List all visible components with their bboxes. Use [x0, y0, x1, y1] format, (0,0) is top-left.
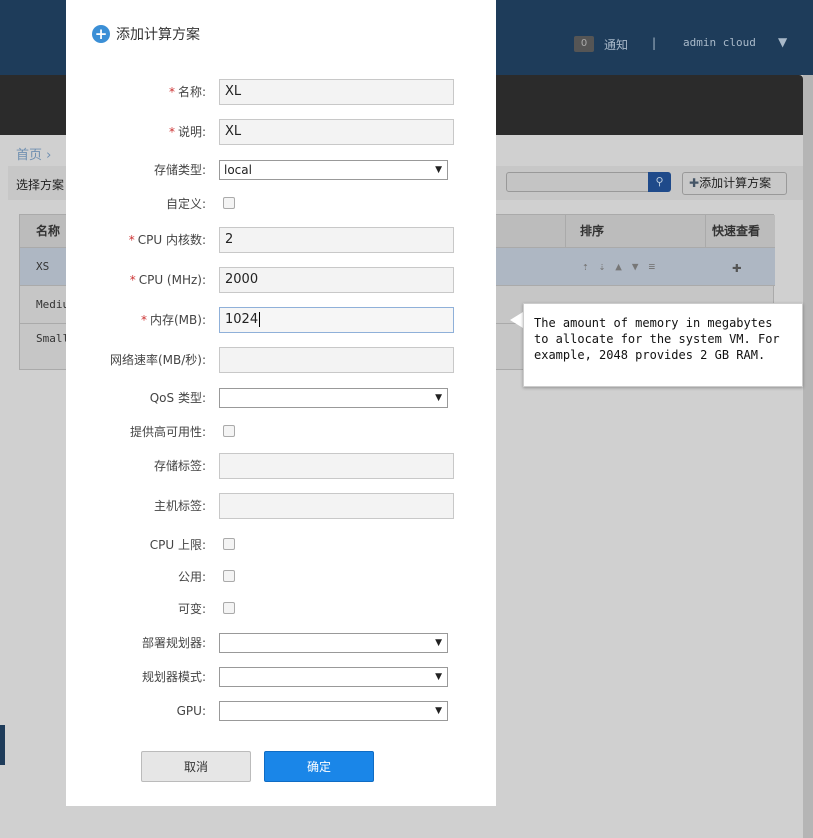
dropdown-arrow-icon: ▼ — [435, 706, 442, 716]
field-name: * 名称: XL — [66, 79, 496, 105]
dropdown-arrow-icon: ▼ — [435, 165, 442, 175]
dropdown-arrow-icon: ▼ — [435, 672, 442, 682]
sidebar-edge — [0, 725, 5, 765]
confirm-button[interactable]: 确定 — [264, 751, 374, 782]
network-rate-input[interactable] — [219, 347, 454, 373]
public-checkbox[interactable] — [223, 570, 235, 582]
field-storage-tags: 存储标签: — [66, 453, 496, 479]
header-quickview: 快速查看 — [705, 215, 775, 247]
header-sort: 排序 — [565, 215, 705, 247]
ha-checkbox[interactable] — [223, 425, 235, 437]
planner-mode-select[interactable]: ▼ — [219, 667, 448, 687]
field-cpu-cores: * CPU 内核数: 2 — [66, 227, 496, 253]
dropdown-arrow-icon: ▼ — [435, 638, 442, 648]
breadcrumb: 首页 › — [16, 144, 51, 163]
cpu-mhz-input[interactable]: 2000 — [219, 267, 454, 293]
storage-tags-input[interactable] — [219, 453, 454, 479]
select-offering-label: 选择方案 — [16, 178, 65, 192]
sort-icons[interactable]: ⇡⇣▲▼≡ — [582, 248, 665, 286]
field-description: * 说明: XL — [66, 119, 496, 145]
add-offering-button[interactable]: ✚添加计算方案 — [682, 172, 787, 195]
caret-down-icon[interactable]: ▼ — [778, 35, 787, 49]
field-network-rate: 网络速率(MB/秒): — [66, 347, 496, 373]
dialog-title: + 添加计算方案 — [92, 24, 200, 44]
search-input[interactable] — [506, 172, 649, 192]
storage-type-select[interactable]: local ▼ — [219, 160, 448, 180]
field-planner-mode: 规划器模式: ▼ — [66, 664, 496, 690]
cpu-cap-checkbox[interactable] — [223, 538, 235, 550]
qos-type-select[interactable]: ▼ — [219, 388, 448, 408]
field-memory: * 内存(MB): 1024 — [66, 307, 496, 333]
gpu-select[interactable]: ▼ — [219, 701, 448, 721]
notification-count[interactable]: 0 — [574, 36, 594, 52]
notification-link[interactable]: 通知 — [604, 36, 628, 53]
quickview-plus-icon[interactable]: ✚ — [732, 248, 742, 286]
field-volatile: 可变: — [66, 596, 496, 622]
breadcrumb-separator: › — [46, 148, 52, 163]
header-separator: | — [652, 36, 657, 50]
field-ha: 提供高可用性: — [66, 419, 496, 445]
field-custom: 自定义: — [66, 191, 496, 217]
field-host-tags: 主机标签: — [66, 493, 496, 519]
name-input[interactable]: XL — [219, 79, 454, 105]
field-qos-type: QoS 类型: ▼ — [66, 385, 496, 411]
field-cpu-mhz: * CPU (MHz): 2000 — [66, 267, 496, 293]
field-planner: 部署规划器: ▼ — [66, 630, 496, 656]
custom-checkbox[interactable] — [223, 197, 235, 209]
user-menu[interactable]: admin cloud — [683, 36, 756, 49]
search-icon[interactable]: ⚲ — [648, 172, 671, 192]
planner-select[interactable]: ▼ — [219, 633, 448, 653]
field-cpu-cap: CPU 上限: — [66, 532, 496, 558]
description-input[interactable]: XL — [219, 119, 454, 145]
text-cursor — [259, 312, 261, 327]
field-storage-type: 存储类型: local ▼ — [66, 157, 496, 183]
dropdown-arrow-icon: ▼ — [435, 393, 442, 403]
breadcrumb-home[interactable]: 首页 — [16, 148, 42, 163]
volatile-checkbox[interactable] — [223, 602, 235, 614]
right-edge — [803, 75, 813, 838]
field-public: 公用: — [66, 564, 496, 590]
host-tags-input[interactable] — [219, 493, 454, 519]
tooltip-arrow — [510, 312, 523, 328]
memory-tooltip: The amount of memory in megabytes to all… — [523, 303, 803, 387]
cpu-cores-input[interactable]: 2 — [219, 227, 454, 253]
memory-input[interactable]: 1024 — [219, 307, 454, 333]
field-gpu: GPU: ▼ — [66, 698, 496, 724]
add-circle-icon: + — [92, 25, 110, 43]
plus-icon: ✚ — [689, 176, 700, 190]
add-compute-offering-dialog: + 添加计算方案 * 名称: XL * 说明: XL 存储类型: local ▼ 自定义: *… — [66, 0, 496, 806]
cancel-button[interactable]: 取消 — [141, 751, 251, 782]
